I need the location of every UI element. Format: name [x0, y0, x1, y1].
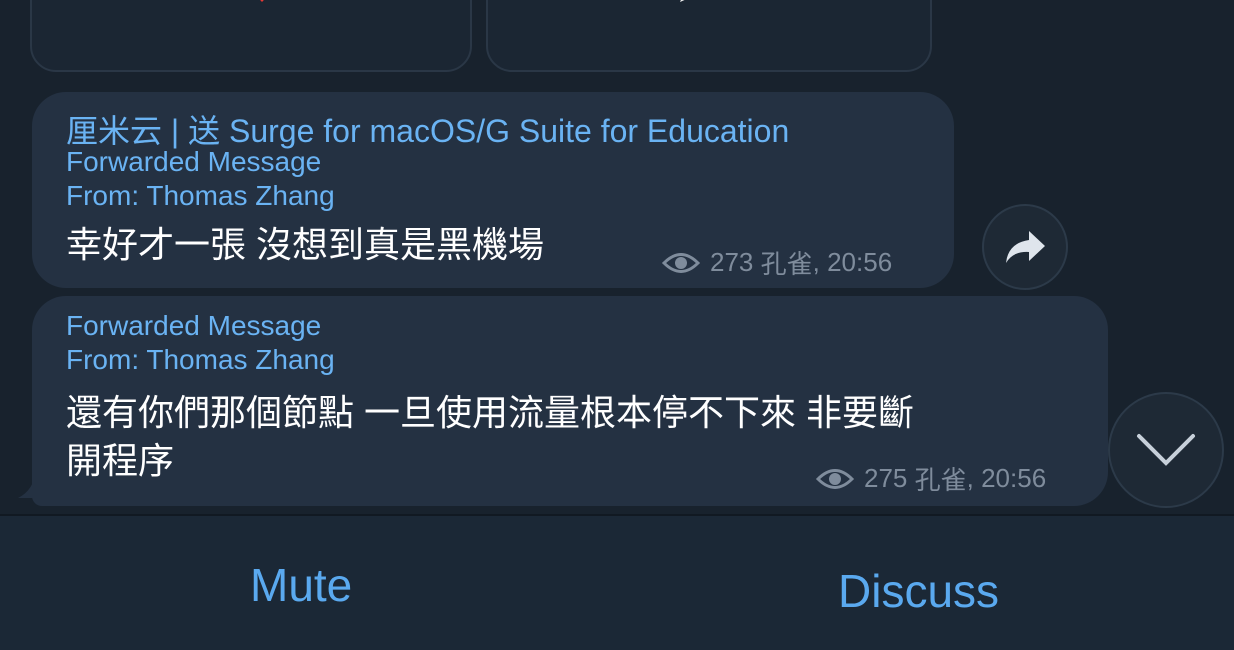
heart-reaction-count: 1: [310, 0, 332, 3]
message-bubble[interactable]: Forwarded Message From: Thomas Zhang 還有你…: [32, 296, 1108, 506]
comment-icon: [680, 0, 685, 2]
forwarded-label: Forwarded Message: [66, 310, 322, 341]
view-count: 275: [864, 463, 908, 493]
channel-bottom-bar: Mute Discuss: [0, 514, 1234, 650]
scroll-down-button[interactable]: [1108, 392, 1224, 508]
eye-icon: [662, 252, 700, 273]
forwarded-from[interactable]: From: Thomas Zhang: [66, 180, 335, 212]
heart-reaction-button[interactable]: 1: [30, 0, 472, 72]
message-time: 20:56: [827, 247, 893, 277]
share-icon: [1006, 231, 1045, 263]
discuss-button[interactable]: Discuss: [838, 564, 999, 618]
message-time: 20:56: [981, 463, 1047, 493]
message-text-line: 開程序: [66, 440, 175, 481]
message-text-line: 還有你們那個節點 一旦使用流量根本停不下來 非要斷: [66, 392, 915, 433]
message-meta: 273 孔雀, 20:56: [662, 244, 892, 281]
eye-icon: [816, 468, 854, 489]
message-author: 孔雀: [914, 465, 967, 495]
message-bubble[interactable]: 厘米云 | 送 Surge for macOS/G Suite for Educ…: [32, 92, 954, 288]
forwarded-label: Forwarded Message: [66, 146, 322, 177]
share-button[interactable]: [982, 204, 1068, 290]
view-count: 273: [710, 247, 754, 277]
mute-button[interactable]: Mute: [250, 558, 352, 612]
forwarded-from[interactable]: From: Thomas Zhang: [66, 344, 335, 376]
comment-reaction-button[interactable]: [486, 0, 932, 72]
message-text: 幸好才一張 沒想到真是黑機場: [66, 224, 545, 265]
chevron-down-icon: [1137, 434, 1195, 466]
heart-icon: [260, 0, 264, 2]
message-meta: 275 孔雀, 20:56: [816, 460, 1046, 497]
message-author: 孔雀: [760, 249, 813, 279]
